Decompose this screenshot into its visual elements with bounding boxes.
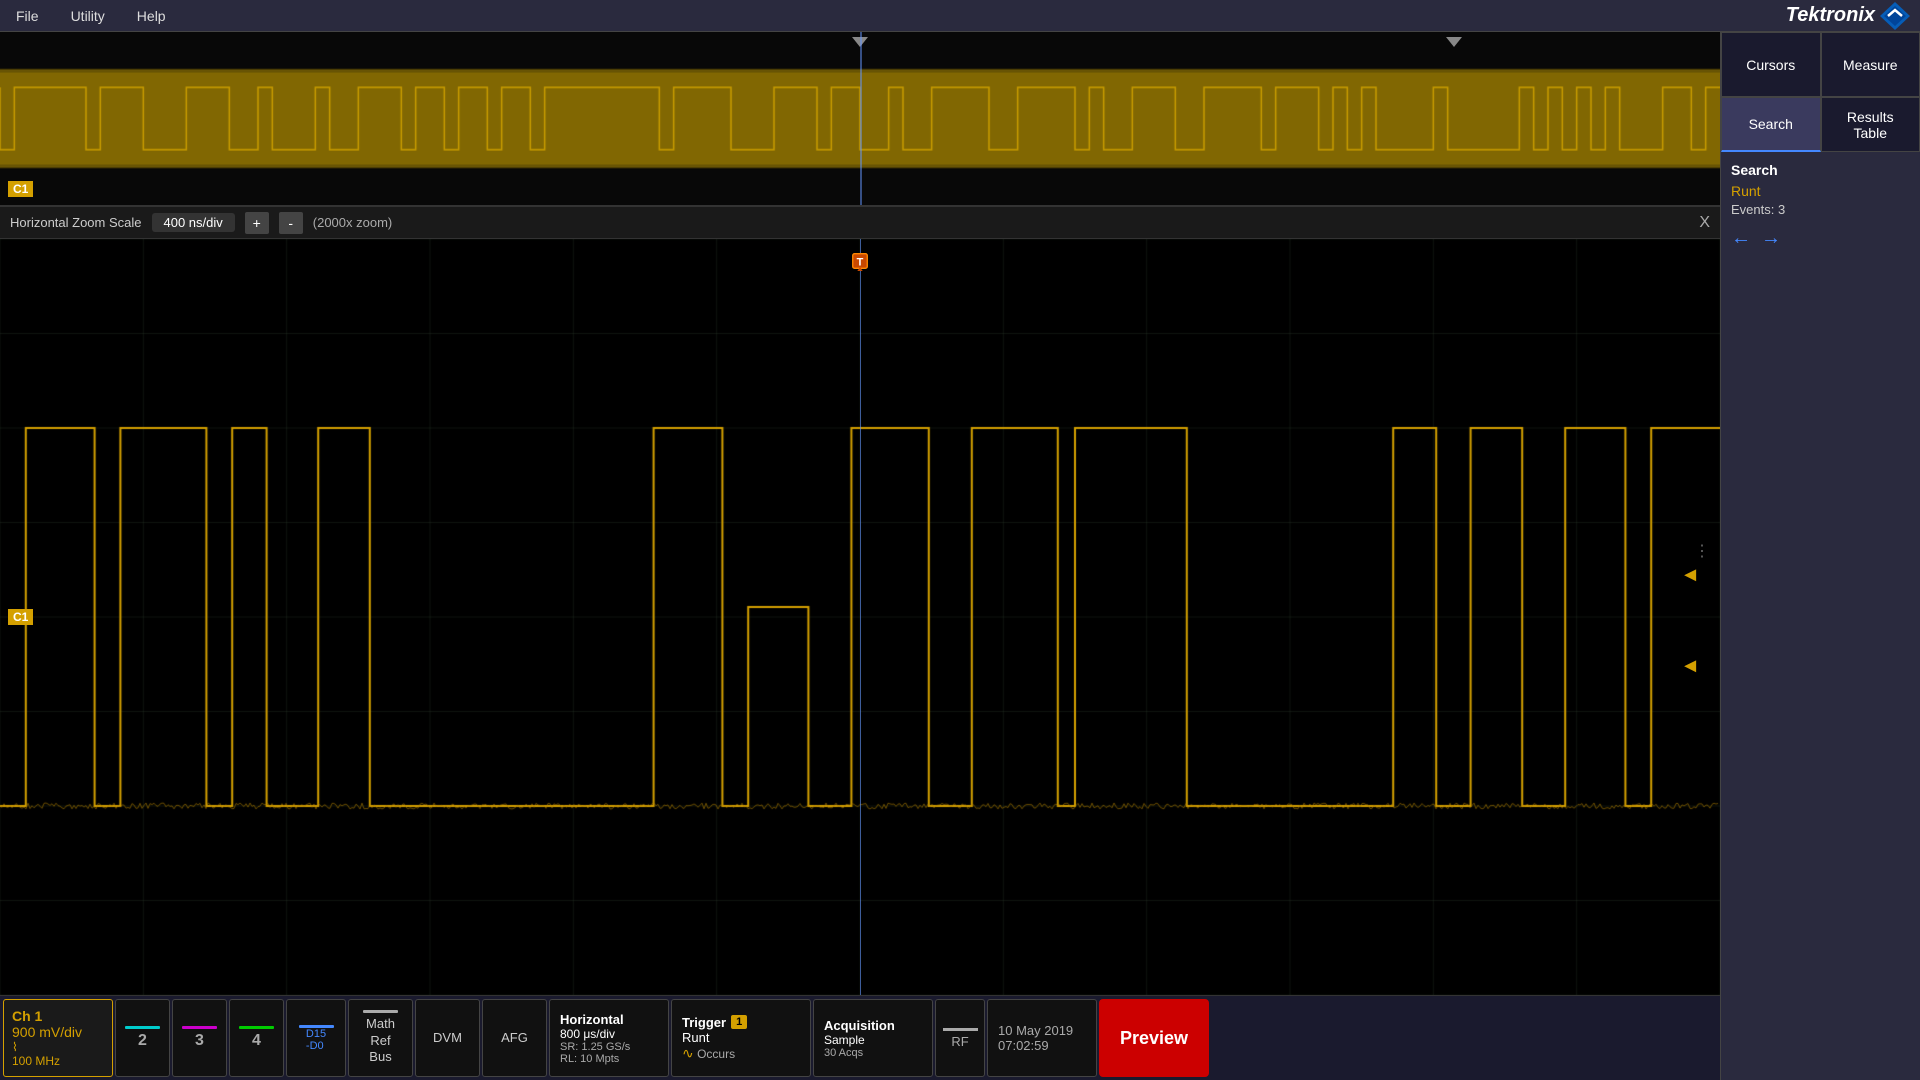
horizontal-sr: SR: 1.25 GS/s — [560, 1041, 658, 1053]
menu-file[interactable]: File — [10, 6, 45, 26]
search-panel: Search Runt Events: 3 ← → — [1721, 152, 1920, 1080]
zoom-info: (2000x zoom) — [313, 215, 392, 230]
ch2-color-line — [125, 1026, 160, 1029]
search-nav: ← → — [1731, 227, 1910, 250]
zoom-plus-button[interactable]: + — [245, 212, 269, 234]
search-events: Events: 3 — [1731, 202, 1910, 217]
right-search-buttons: Search ResultsTable — [1721, 97, 1920, 152]
preview-button[interactable]: Preview — [1099, 999, 1209, 1077]
zoom-scale: 400 ns/div — [152, 213, 235, 232]
math-ref-bus-label: MathRefBus — [366, 1016, 395, 1067]
horizontal-info-box[interactable]: Horizontal 800 μs/div SR: 1.25 GS/s RL: … — [549, 999, 669, 1077]
dvm-button[interactable]: DVM — [415, 999, 480, 1077]
trigger-type: Runt — [682, 1030, 800, 1045]
afg-button[interactable]: AFG — [482, 999, 547, 1077]
search-prev-button[interactable]: ← — [1731, 227, 1751, 250]
trigger-header: Trigger 1 — [682, 1015, 800, 1030]
acquisition-mode: Sample — [824, 1033, 922, 1047]
horizontal-rl: RL: 10 Mpts — [560, 1053, 658, 1065]
ch4-color-line — [239, 1026, 274, 1029]
ch4-label: 4 — [252, 1032, 261, 1050]
menu-utility[interactable]: Utility — [65, 6, 111, 26]
occurs-label: Occurs — [697, 1047, 735, 1061]
brand-name: Tektronix — [1786, 4, 1875, 27]
svg-text:T: T — [857, 257, 864, 269]
results-table-button[interactable]: ResultsTable — [1821, 97, 1920, 152]
main-layout: C1 Horizontal Zoom Scale 400 ns/div + - … — [0, 32, 1920, 1080]
trigger-info-box[interactable]: Trigger 1 Runt ∿ Occurs — [671, 999, 811, 1077]
zoom-bar: Horizontal Zoom Scale 400 ns/div + - (20… — [0, 207, 1720, 239]
channel-4-button[interactable]: 4 — [229, 999, 284, 1077]
right-panel: Cursors Measure Search ResultsTable Sear… — [1720, 32, 1920, 1080]
rf-label: RF — [951, 1034, 968, 1049]
ch3-color-line — [182, 1026, 217, 1029]
ch1-label-overview: C1 — [8, 181, 33, 197]
rf-line — [943, 1028, 978, 1031]
afg-label: AFG — [501, 1030, 528, 1047]
acquisition-title: Acquisition — [824, 1018, 922, 1033]
d15-label: D15-D0 — [306, 1028, 326, 1052]
occurs-icon: ∿ — [682, 1045, 694, 1061]
tektronix-logo — [1880, 2, 1910, 30]
trigger-badge: 1 — [731, 1015, 747, 1029]
search-button[interactable]: Search — [1721, 97, 1821, 152]
search-next-button[interactable]: → — [1761, 227, 1781, 250]
zoom-minus-button[interactable]: - — [279, 212, 303, 234]
trigger-occurs: ∿ Occurs — [682, 1045, 800, 1062]
trigger-marker-main: T — [850, 251, 870, 276]
zoom-close-button[interactable]: X — [1699, 214, 1710, 232]
zoom-label: Horizontal Zoom Scale — [10, 215, 142, 230]
trigger-marker-top-right — [1446, 37, 1462, 47]
cursors-button[interactable]: Cursors — [1721, 32, 1821, 97]
ch1-name: Ch 1 — [12, 1008, 104, 1024]
vertical-cursor-main — [860, 239, 861, 995]
rf-button[interactable]: RF — [935, 999, 985, 1077]
ch1-coupling-icon: ⌇ — [12, 1040, 104, 1054]
bottom-bar: Ch 1 900 mV/div ⌇ 100 MHz 2 3 4 — [0, 995, 1720, 1080]
ch1-voltage: 900 mV/div — [12, 1024, 104, 1040]
search-panel-title: Search — [1731, 162, 1910, 178]
menu-bar: File Utility Help Tektronix — [0, 0, 1920, 32]
ch1-frequency: 100 MHz — [12, 1054, 104, 1068]
trigger-title: Trigger — [682, 1015, 726, 1030]
ch1-info-box[interactable]: Ch 1 900 mV/div ⌇ 100 MHz — [3, 999, 113, 1077]
right-top-buttons: Cursors Measure — [1721, 32, 1920, 97]
ch2-label: 2 — [138, 1032, 147, 1050]
channel-3-button[interactable]: 3 — [172, 999, 227, 1077]
date-line1: 10 May 2019 — [998, 1023, 1086, 1038]
dvm-label: DVM — [433, 1030, 462, 1047]
horizontal-title: Horizontal — [560, 1012, 658, 1027]
math-color-line — [363, 1010, 398, 1013]
measure-button[interactable]: Measure — [1821, 32, 1920, 97]
overview-waveform: C1 — [0, 32, 1720, 207]
scope-area: C1 Horizontal Zoom Scale 400 ns/div + - … — [0, 32, 1720, 1080]
menu-help[interactable]: Help — [131, 6, 172, 26]
scroll-arrow-1[interactable]: ◄ — [1680, 564, 1700, 587]
acquisition-info-box[interactable]: Acquisition Sample 30 Acqs — [813, 999, 933, 1077]
ch1-label-main: C1 — [8, 609, 33, 625]
channel-2-button[interactable]: 2 — [115, 999, 170, 1077]
date-line2: 07:02:59 — [998, 1038, 1086, 1053]
math-ref-bus-button[interactable]: MathRefBus — [348, 999, 413, 1077]
horizontal-value: 800 μs/div — [560, 1027, 658, 1041]
results-table-label: ResultsTable — [1847, 109, 1894, 141]
search-type: Runt — [1731, 183, 1910, 199]
waveform-area: T C1 ⋮ ◄ ◄ — [0, 239, 1720, 995]
ch3-label: 3 — [195, 1032, 204, 1050]
acquisition-acqs: 30 Acqs — [824, 1047, 922, 1059]
date-box: 10 May 2019 07:02:59 — [987, 999, 1097, 1077]
panel-resize-handle[interactable]: ⋮ — [1694, 541, 1710, 561]
trigger-cursor-overview — [860, 32, 862, 205]
scroll-arrow-2[interactable]: ◄ — [1680, 655, 1700, 678]
d15-d0-button[interactable]: D15-D0 — [286, 999, 346, 1077]
